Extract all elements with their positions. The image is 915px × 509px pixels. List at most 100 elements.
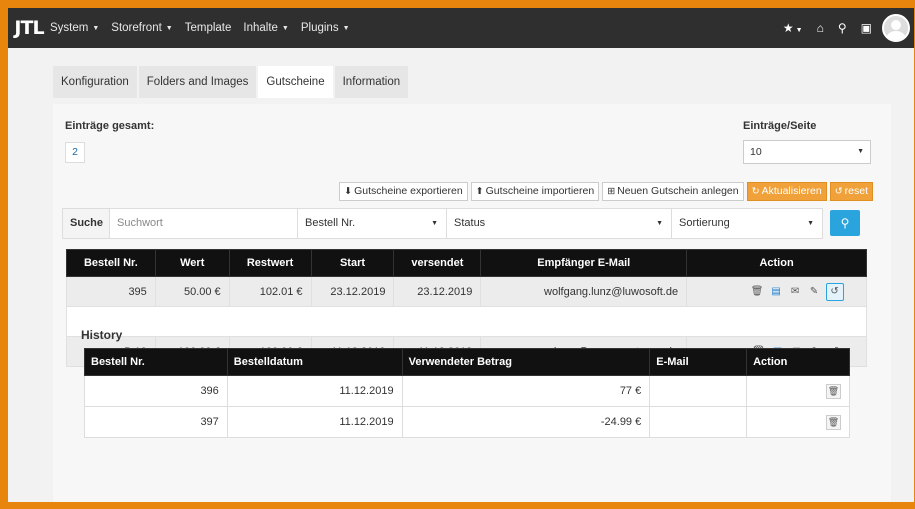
total-entries-value: 2 <box>65 142 85 163</box>
undo-icon: ↺ <box>834 186 843 197</box>
nav-storefront[interactable]: Storefront ▼ <box>111 22 172 34</box>
hist-col-order-number: Bestell Nr. <box>84 348 228 376</box>
jtl-logo[interactable]: JTL <box>8 17 50 39</box>
gutscheine-panel: Einträge gesamt: 2 Einträge/Seite 10 ▼ ⬇ G… <box>53 104 891 502</box>
import-button-label: Gutscheine importieren <box>485 185 595 197</box>
main-content: Konfiguration Folders and Images Gutsche… <box>53 66 891 502</box>
hist-cell-amount-used: 77 € <box>401 375 651 407</box>
hist-col-email: E-Mail <box>649 348 748 376</box>
nav-storefront-label: Storefront <box>111 22 162 34</box>
reset-button-label: reset <box>844 185 868 197</box>
history-icon[interactable]: ↺ <box>825 282 844 301</box>
sort-select-value: Sortierung <box>679 217 730 229</box>
search-button[interactable]: ⚲ <box>830 210 860 236</box>
status-select[interactable]: Status ▼ <box>446 208 672 239</box>
hist-col-amount-used: Verwendeter Betrag <box>401 348 651 376</box>
col-start[interactable]: Start <box>310 249 395 277</box>
hist-cell-amount-used: -24.99 € <box>401 406 651 438</box>
hist-cell-order-number: 396 <box>84 375 228 407</box>
avatar[interactable] <box>882 14 910 42</box>
chevron-down-icon: ▼ <box>807 220 814 227</box>
nav-inhalte-label: Inhalte <box>243 22 278 34</box>
col-order-number[interactable]: Bestell Nr. <box>66 249 156 277</box>
pdf-icon[interactable]: ▤ <box>769 284 784 299</box>
col-sent[interactable]: versendet <box>393 249 482 277</box>
hist-cell-email <box>649 406 748 438</box>
cell-recipient-email: wolfgang.lunz@luwosoft.de <box>480 276 688 307</box>
history-container <box>66 306 867 337</box>
cell-start: 23.12.2019 <box>310 276 395 307</box>
upload-icon: ⬆ <box>475 186 484 197</box>
hist-cell-order-date: 11.12.2019 <box>226 375 403 407</box>
caret-down-icon: ▼ <box>281 24 289 32</box>
col-recipient-email[interactable]: Empfänger E-Mail <box>480 249 688 277</box>
col-action: Action <box>686 249 867 277</box>
chevron-down-icon: ▼ <box>857 148 864 155</box>
total-entries-label: Einträge gesamt: <box>65 120 155 132</box>
tab-gutscheine[interactable]: Gutscheine <box>258 66 333 98</box>
hist-cell-order-number: 397 <box>84 406 228 438</box>
new-voucher-button-label: Neuen Gutschein anlegen <box>617 185 739 197</box>
order-number-select[interactable]: Bestell Nr. ▼ <box>297 208 447 239</box>
nav-system-label: System <box>50 22 89 34</box>
delete-icon[interactable]: 🗑 <box>750 284 765 299</box>
action-buttons: ⬇ Gutscheine exportieren ⬆ Gutscheine impo… <box>336 182 873 201</box>
download-icon: ⬇ <box>344 186 353 197</box>
cell-value: 50.00 € <box>154 276 230 307</box>
cell-remaining-value: 102.01 € <box>228 276 312 307</box>
search-input[interactable]: Suchwort <box>109 208 298 239</box>
caret-down-icon: ▼ <box>342 24 350 32</box>
nav-plugins[interactable]: Plugins ▼ <box>301 22 350 34</box>
star-icon[interactable]: ★ ▼ <box>783 21 803 35</box>
search-label: Suche <box>62 208 110 239</box>
nav-template[interactable]: Template <box>185 22 232 34</box>
chevron-down-icon: ▼ <box>656 220 663 227</box>
new-voucher-button[interactable]: ⊞ Neuen Gutschein anlegen <box>602 182 744 201</box>
search-icon: ⚲ <box>840 216 850 230</box>
tab-konfiguration[interactable]: Konfiguration <box>53 66 137 98</box>
col-value[interactable]: Wert <box>154 249 230 277</box>
refresh-button[interactable]: ↻ Aktualisieren <box>746 182 827 201</box>
topbar-actions: ★ ▼ ⌂ ⚲ ▣ <box>769 8 910 48</box>
export-button[interactable]: ⬇ Gutscheine exportieren <box>339 182 468 201</box>
shop-icon[interactable]: ▣ <box>861 21 872 35</box>
nav-template-label: Template <box>184 22 232 34</box>
refresh-button-label: Aktualisieren <box>761 185 822 197</box>
top-navbar: JTL System ▼ Storefront ▼ Template Inhalte… <box>8 8 914 48</box>
hist-cell-action: 🗑 <box>746 406 850 438</box>
history-header-row: Bestell Nr. Bestelldatum Verwendeter Bet… <box>84 348 850 376</box>
edit-icon[interactable]: ✎ <box>807 284 822 299</box>
cell-sent: 23.12.2019 <box>393 276 482 307</box>
sort-select[interactable]: Sortierung ▼ <box>671 208 823 239</box>
delete-icon[interactable]: 🗑 <box>826 383 841 399</box>
tab-folders-and-images[interactable]: Folders and Images <box>138 66 257 98</box>
chevron-down-icon: ▼ <box>431 220 438 227</box>
table-header-row: Bestell Nr. Wert Restwert Start versende… <box>66 249 867 277</box>
search-icon[interactable]: ⚲ <box>838 21 847 35</box>
cell-order-number: 395 <box>66 276 156 307</box>
envelope-icon[interactable]: ✉ <box>788 284 803 299</box>
reset-button[interactable]: ↺ reset <box>829 182 873 201</box>
table-row[interactable]: 395 50.00 € 102.01 € 23.12.2019 23.12.20… <box>66 276 867 307</box>
history-table: Bestell Nr. Bestelldatum Verwendeter Bet… <box>84 348 850 438</box>
entries-per-page-value: 10 <box>750 146 762 158</box>
nav-inhalte[interactable]: Inhalte ▼ <box>243 22 288 34</box>
home-icon[interactable]: ⌂ <box>817 21 824 35</box>
tab-information[interactable]: Information <box>334 66 409 98</box>
refresh-icon: ↻ <box>751 186 760 197</box>
hist-col-order-date: Bestelldatum <box>226 348 403 376</box>
caret-down-icon: ▼ <box>165 24 173 32</box>
col-remaining-value[interactable]: Restwert <box>228 249 312 277</box>
table-row: 397 11.12.2019 -24.99 € 🗑 <box>84 406 850 438</box>
delete-icon[interactable]: 🗑 <box>826 414 841 430</box>
table-row: 396 11.12.2019 77 € 🗑 <box>84 375 850 407</box>
nav-system[interactable]: System ▼ <box>50 22 99 34</box>
nav-plugins-label: Plugins <box>300 22 339 34</box>
entries-per-page-select[interactable]: 10 ▼ <box>743 140 871 164</box>
tab-bar: Konfiguration Folders and Images Gutsche… <box>53 66 891 98</box>
hist-cell-action: 🗑 <box>746 375 850 407</box>
hist-cell-email <box>649 375 748 407</box>
caret-down-icon: ▼ <box>92 24 100 32</box>
import-button[interactable]: ⬆ Gutscheine importieren <box>470 182 600 201</box>
order-number-select-value: Bestell Nr. <box>305 217 356 229</box>
